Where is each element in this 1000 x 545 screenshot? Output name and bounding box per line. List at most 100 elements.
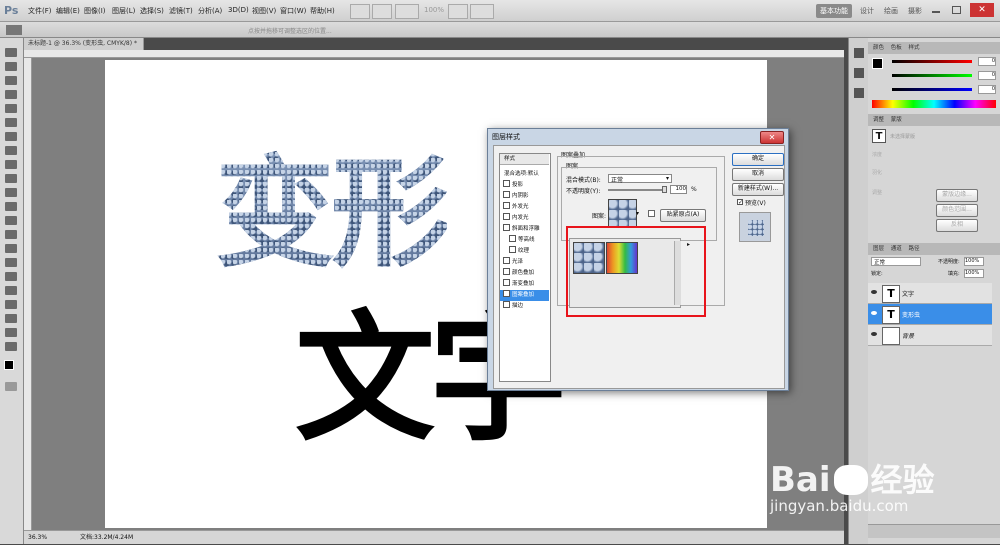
history-panel-icon[interactable] [854,48,864,58]
visibility-eye-icon[interactable] [871,311,877,315]
quick-select-tool-icon[interactable] [5,90,17,99]
red-value[interactable]: 0 [978,57,996,66]
gradient-tool-icon[interactable] [5,202,17,211]
style-item[interactable]: 外发光 [500,202,549,213]
layer-row[interactable]: T 文字 [868,283,992,304]
style-checkbox[interactable] [503,224,510,231]
menu-help[interactable]: 帮助(H) [310,6,335,16]
mask-edge-button[interactable]: 蒙版边缘... [936,189,978,202]
style-checkbox[interactable] [503,279,510,286]
style-checkbox[interactable] [503,290,510,297]
menu-filter[interactable]: 滤镜(T) [169,6,193,16]
close-icon[interactable]: ✕ [970,3,994,17]
style-checkbox[interactable] [503,301,510,308]
tab-color[interactable]: 颜色 [873,45,884,51]
menu-3d[interactable]: 3D(D) [228,6,249,14]
3d-orbit-tool-icon[interactable] [5,314,17,323]
style-item[interactable]: 光泽 [500,257,549,268]
dodge-tool-icon[interactable] [5,230,17,239]
menu-layer[interactable]: 图层(L) [112,6,135,16]
style-checkbox[interactable] [503,191,510,198]
opacity-slider[interactable] [608,189,666,191]
zoom-tool-icon[interactable] [5,342,17,351]
preview-checkbox[interactable]: ✓ [737,199,743,206]
tab-swatches[interactable]: 色板 [891,45,902,51]
ok-button[interactable]: 确定 [732,153,784,166]
eyedropper-tool-icon[interactable] [5,118,17,127]
new-preset-icon[interactable] [648,210,655,217]
workspace-photography[interactable]: 摄影 [904,4,926,18]
style-checkbox[interactable] [503,213,510,220]
menu-file[interactable]: 文件(F) [28,6,52,16]
style-item[interactable]: 纹理 [500,246,549,257]
minimize-icon[interactable] [932,11,940,13]
cancel-button[interactable]: 取消 [732,168,784,181]
layer-row[interactable]: 背景 [868,325,992,346]
path-select-tool-icon[interactable] [5,272,17,281]
style-checkbox[interactable] [509,246,516,253]
menu-window[interactable]: 窗口(W) [280,6,306,16]
type-tool-icon[interactable] [5,258,17,267]
view-extras-icon[interactable] [395,4,419,19]
style-item[interactable]: 斜面和浮雕 [500,224,549,235]
invert-button[interactable]: 反相 [936,219,978,232]
shape-tool-icon[interactable] [5,286,17,295]
style-item[interactable]: 颜色叠加 [500,268,549,279]
style-checkbox[interactable] [503,268,510,275]
tab-paths[interactable]: 路径 [909,246,920,252]
brush-tool-icon[interactable] [5,146,17,155]
red-slider[interactable] [892,60,972,63]
style-item[interactable]: 图案叠加 [500,290,549,301]
new-style-button[interactable]: 新建样式(W)... [732,183,784,196]
menu-image[interactable]: 图像(I) [84,6,106,16]
opacity-input[interactable]: 100 [670,185,687,194]
eraser-tool-icon[interactable] [5,188,17,197]
pattern-picker-swatch[interactable] [608,199,637,228]
color-spectrum[interactable] [872,100,996,108]
minibridge-icon[interactable] [372,4,392,19]
foreground-color-swatch[interactable] [4,360,14,370]
blue-slider[interactable] [892,88,972,91]
snap-to-origin-button[interactable]: 贴紧原点(A) [660,209,706,222]
blend-mode-select[interactable]: 正常 ▾ [608,174,672,184]
style-item[interactable]: 混合选项:默认 [500,169,549,180]
tab-styles[interactable]: 样式 [909,45,920,51]
fill-value[interactable]: 100% [964,269,984,278]
move-tool-icon[interactable] [5,48,17,57]
workspace-painting[interactable]: 绘画 [880,4,902,18]
healing-tool-icon[interactable] [5,132,17,141]
menu-view[interactable]: 视图(V) [252,6,276,16]
visibility-eye-icon[interactable] [871,290,877,294]
lasso-tool-icon[interactable] [5,76,17,85]
layer-opacity-value[interactable]: 100% [964,257,984,266]
workspace-essentials[interactable]: 基本功能 [816,4,852,18]
3d-rotate-tool-icon[interactable] [5,300,17,309]
style-item[interactable]: 投影 [500,180,549,191]
opacity-slider-handle[interactable] [662,186,667,193]
style-item[interactable]: 等高线 [500,235,549,246]
hand-tool-icon[interactable] [5,328,17,337]
style-item[interactable]: 渐变叠加 [500,279,549,290]
crop-tool-icon[interactable] [5,104,17,113]
style-checkbox[interactable] [509,235,516,242]
style-item[interactable]: 内阴影 [500,191,549,202]
green-slider[interactable] [892,74,972,77]
marquee-tool-icon[interactable] [5,62,17,71]
menu-select[interactable]: 选择(S) [140,6,164,16]
tab-masks[interactable]: 蒙版 [891,117,902,123]
history-brush-tool-icon[interactable] [5,174,17,183]
pen-tool-icon[interactable] [5,244,17,253]
menu-edit[interactable]: 编辑(E) [56,6,80,16]
color-range-button[interactable]: 颜色范围... [936,204,978,217]
style-item[interactable]: 描边 [500,301,549,312]
status-zoom[interactable]: 36.3% [28,531,47,545]
visibility-eye-icon[interactable] [871,332,877,336]
screen-mode-icon[interactable] [470,4,494,19]
blue-value[interactable]: 0 [978,85,996,94]
workspace-design[interactable]: 设计 [856,4,878,18]
tab-layers[interactable]: 图层 [873,246,884,252]
layer-blend-mode-select[interactable]: 正常 [871,257,921,266]
move-tool-icon[interactable] [6,25,22,35]
document-tab[interactable]: 未标题-1 @ 36.3% (变形虫, CMYK/8) * [24,38,144,50]
arrange-docs-icon[interactable] [448,4,468,19]
